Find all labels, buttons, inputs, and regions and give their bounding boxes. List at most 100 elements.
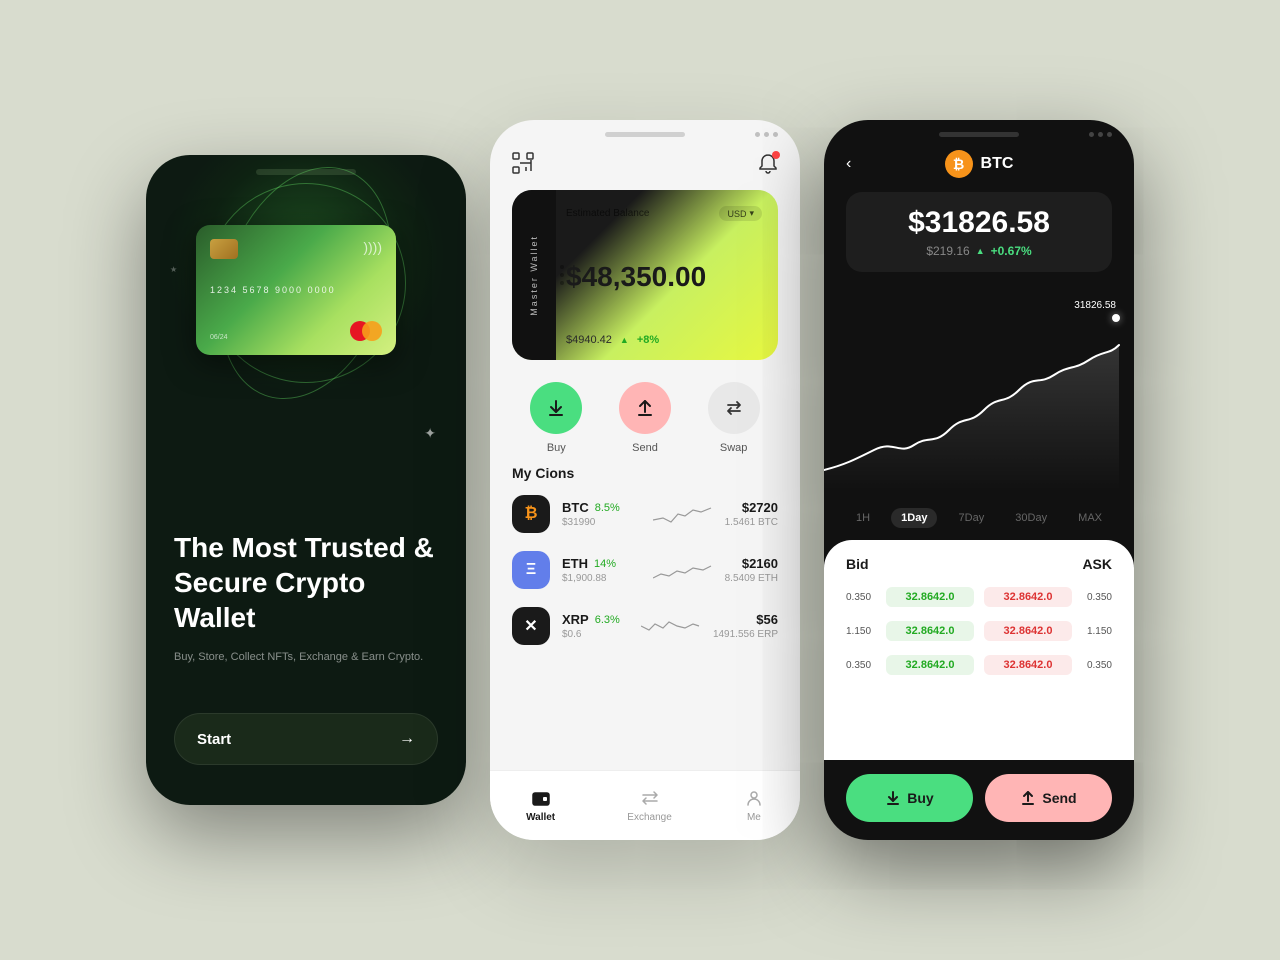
card-number: 1234 5678 9000 0000 xyxy=(210,285,382,295)
card-bottom: 06/24 xyxy=(210,321,382,341)
total-balance: $48,350.00 xyxy=(566,262,762,293)
btc-small-icon: ₿ xyxy=(945,150,973,178)
ob-bid-qty-1: 0.350 xyxy=(846,592,886,603)
send-action-button[interactable]: Send xyxy=(985,774,1112,822)
send-action-icon xyxy=(1020,790,1036,806)
phone3-btc-detail: ‹ ₿ BTC $31826.58 $219.16 ▲ +0.67% 31826… xyxy=(824,120,1134,840)
buy-action-button[interactable]: Buy xyxy=(846,774,973,822)
phone1-dark-wallet: )))) 1234 5678 9000 0000 06/24 ✦ ★ The M… xyxy=(146,155,466,805)
change-percent: +8% xyxy=(637,334,659,346)
card-top: Estimated Balance USD ▾ xyxy=(566,206,762,221)
card-bottom-row: $4940.42 ▲ +8% xyxy=(566,334,762,346)
swap-button[interactable]: Swap xyxy=(708,382,760,454)
credit-card: )))) 1234 5678 9000 0000 06/24 xyxy=(196,225,396,355)
btc-amount: 1.5461 BTC xyxy=(725,517,778,528)
phone2-status-dots xyxy=(755,132,778,137)
estimated-balance-label: Estimated Balance xyxy=(566,208,649,219)
coin-item-btc[interactable]: ₿ BTC 8.5% $31990 $2720 1.5461 BTC xyxy=(512,495,778,533)
eth-amount: 8.5409 ETH xyxy=(725,573,778,584)
xrp-sparkline xyxy=(641,612,701,640)
master-wallet-card: Master Wallet Estimated Balance USD ▾ $4… xyxy=(512,190,778,360)
send-button[interactable]: Send xyxy=(619,382,671,454)
eth-pct: 14% xyxy=(594,558,616,570)
coin-item-xrp[interactable]: ✕ XRP 6.3% $0.6 $56 1491.556 ERP xyxy=(512,607,778,645)
phone2-header xyxy=(490,152,800,180)
me-nav-icon xyxy=(744,788,764,808)
eth-value: $2160 8.5409 ETH xyxy=(725,556,778,584)
phone3-action-buttons: Buy Send xyxy=(846,774,1112,822)
eth-sparkline xyxy=(653,556,713,584)
swap-icon-circle xyxy=(708,382,760,434)
time-filter-row: 1H 1Day 7Day 30Day MAX xyxy=(846,508,1112,528)
btc-name: BTC xyxy=(562,500,589,515)
ob-row-1: 0.350 32.8642.0 32.8642.0 0.350 xyxy=(846,582,1112,612)
price-chart: 31826.58 xyxy=(824,290,1134,500)
exchange-nav-icon xyxy=(640,788,660,808)
order-book-header: Bid ASK xyxy=(846,556,1112,572)
chart-current-dot xyxy=(1112,314,1120,322)
wallet-nav-icon xyxy=(531,788,551,808)
filter-1day[interactable]: 1Day xyxy=(891,508,937,528)
price-chart-svg xyxy=(824,290,1134,490)
coin-item-eth[interactable]: Ξ ETH 14% $1,900.88 $2160 8.5409 ETH xyxy=(512,551,778,589)
coins-title: My Cions xyxy=(512,465,778,481)
phone3-notch xyxy=(939,132,1019,137)
xrp-price-sub: $0.6 xyxy=(562,629,629,640)
send-icon-circle xyxy=(619,382,671,434)
phone2-wallet-dashboard: Master Wallet Estimated Balance USD ▾ $4… xyxy=(490,120,800,840)
card-area: )))) 1234 5678 9000 0000 06/24 xyxy=(186,215,426,370)
headline-text: The Most Trusted & Secure Crypto Wallet xyxy=(174,530,438,635)
xrp-name: XRP xyxy=(562,612,589,627)
nav-me[interactable]: Me xyxy=(744,788,764,823)
filter-max[interactable]: MAX xyxy=(1068,508,1112,528)
xrp-usd: $56 xyxy=(713,612,778,627)
send-action-label: Send xyxy=(1042,790,1076,806)
dropdown-icon: ▾ xyxy=(749,208,754,219)
order-book: Bid ASK 0.350 32.8642.0 32.8642.0 0.350 … xyxy=(824,540,1134,760)
phones-container: )))) 1234 5678 9000 0000 06/24 ✦ ★ The M… xyxy=(0,80,1280,880)
ob-row-3: 0.350 32.8642.0 32.8642.0 0.350 xyxy=(846,650,1112,680)
change-amount: $4940.42 xyxy=(566,334,612,346)
back-button[interactable]: ‹ xyxy=(846,155,851,173)
star-icon-2: ★ xyxy=(170,265,177,274)
coins-section: My Cions ₿ BTC 8.5% $31990 $2720 xyxy=(512,465,778,663)
filter-30day[interactable]: 30Day xyxy=(1005,508,1057,528)
notification-bell[interactable] xyxy=(758,153,778,180)
ob-ask-qty-3: 0.350 xyxy=(1072,660,1112,671)
xrp-pct: 6.3% xyxy=(595,614,620,626)
ob-bid-qty-2: 1.150 xyxy=(846,626,886,637)
btc-change-usd: $219.16 xyxy=(926,244,969,258)
xrp-amount: 1491.556 ERP xyxy=(713,629,778,640)
nav-exchange[interactable]: Exchange xyxy=(627,788,671,823)
buy-action-label: Buy xyxy=(907,790,933,806)
buy-action-icon xyxy=(885,790,901,806)
contactless-icon: )))) xyxy=(363,239,382,255)
p3-dot2 xyxy=(1098,132,1103,137)
btc-info: BTC 8.5% $31990 xyxy=(562,500,641,528)
p3-dot1 xyxy=(1089,132,1094,137)
currency-badge[interactable]: USD ▾ xyxy=(719,206,762,221)
dot3 xyxy=(773,132,778,137)
phone2-notch xyxy=(605,132,685,137)
me-nav-label: Me xyxy=(747,812,761,823)
subtitle-text: Buy, Store, Collect NFTs, Exchange & Ear… xyxy=(174,649,438,666)
star-icon-1: ✦ xyxy=(424,425,436,442)
up-arrow-small: ▲ xyxy=(976,246,985,256)
buy-label: Buy xyxy=(547,442,566,454)
wallet-nav-label: Wallet xyxy=(526,812,555,823)
filter-1h[interactable]: 1H xyxy=(846,508,880,528)
scanner-icon[interactable] xyxy=(512,152,534,180)
card-dots xyxy=(556,261,568,289)
phone3-header: ‹ ₿ BTC xyxy=(824,150,1134,178)
currency-label: USD xyxy=(727,209,746,219)
ob-ask-qty-1: 0.350 xyxy=(1072,592,1112,603)
nav-wallet[interactable]: Wallet xyxy=(526,788,555,823)
xrp-icon: ✕ xyxy=(512,607,550,645)
eth-usd: $2160 xyxy=(725,556,778,571)
eth-price-sub: $1,900.88 xyxy=(562,573,641,584)
p3-dot3 xyxy=(1107,132,1112,137)
start-button[interactable]: Start → xyxy=(174,713,438,765)
filter-7day[interactable]: 7Day xyxy=(949,508,995,528)
buy-button[interactable]: Buy xyxy=(530,382,582,454)
btc-price-card: $31826.58 $219.16 ▲ +0.67% xyxy=(846,192,1112,272)
